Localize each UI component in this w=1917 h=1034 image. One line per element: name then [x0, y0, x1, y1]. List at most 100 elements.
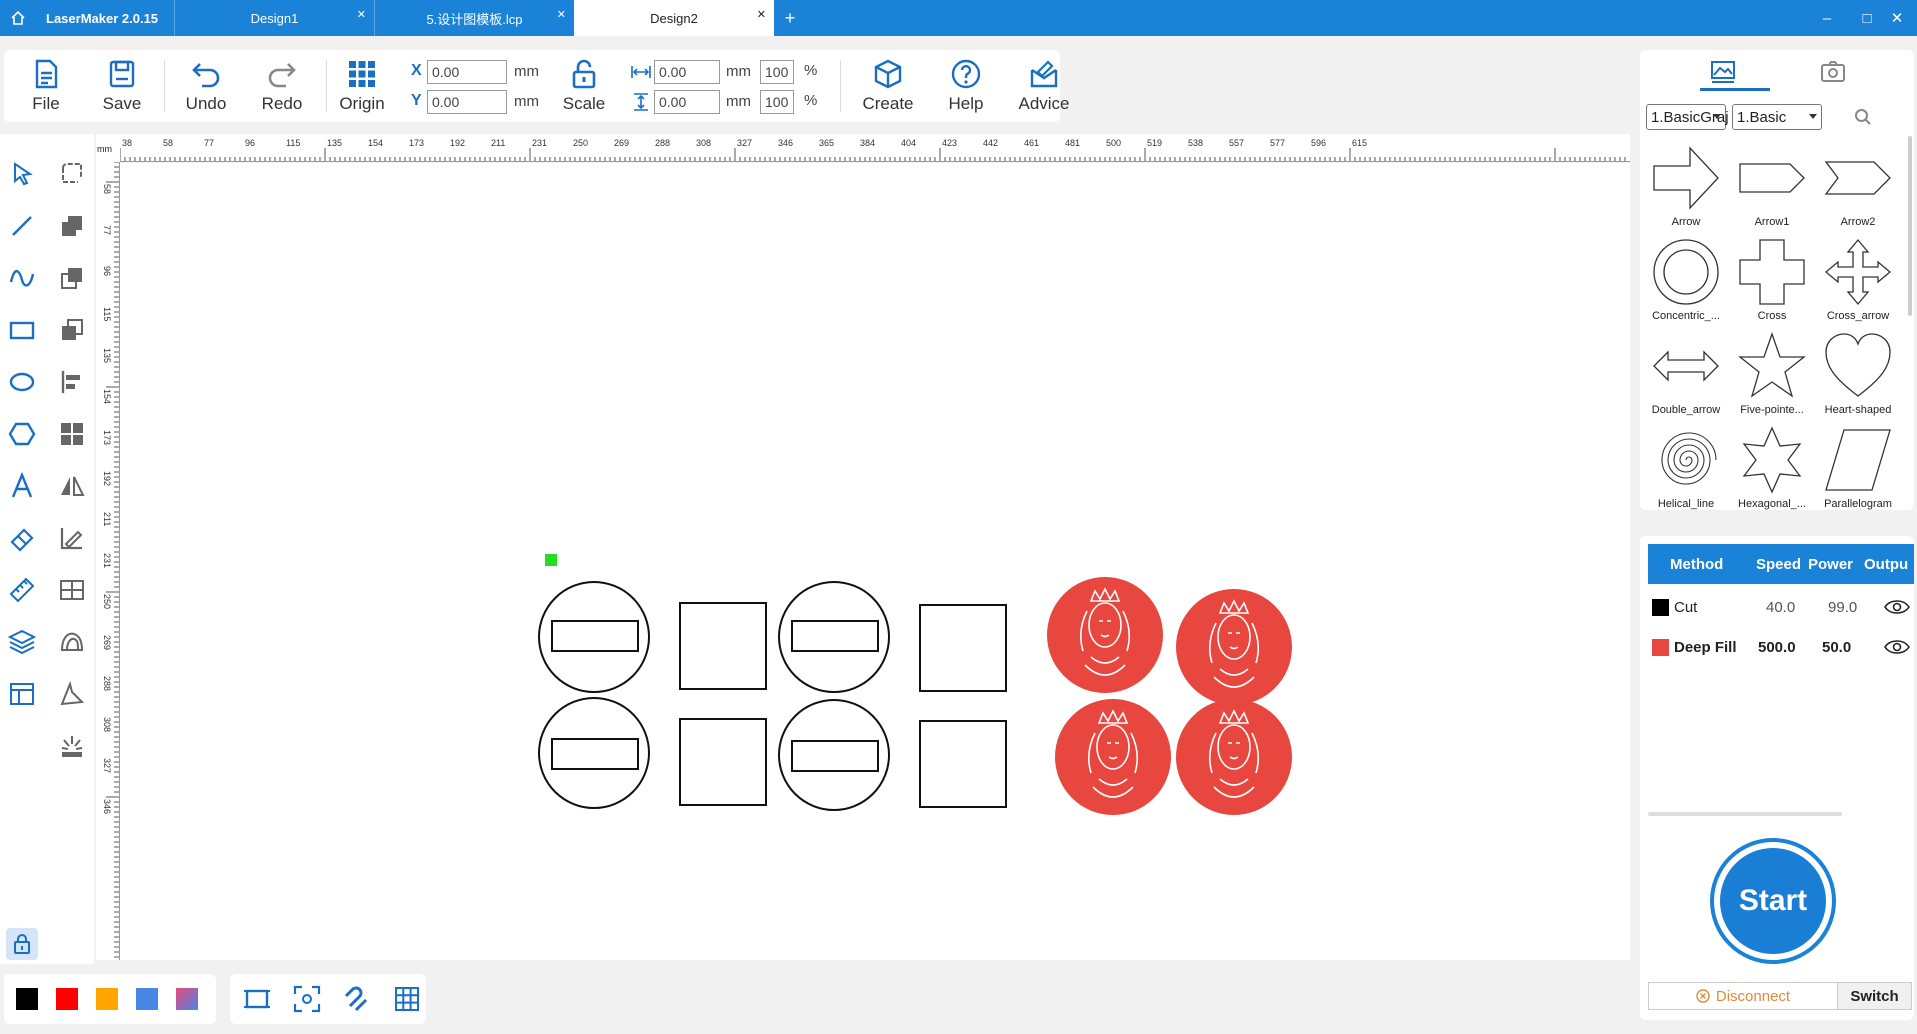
align-tool[interactable] [54, 364, 90, 400]
shape-arrow2[interactable]: Arrow2 [1816, 138, 1900, 232]
trace-tool[interactable] [54, 520, 90, 556]
scale-lock-button[interactable]: Scale [552, 58, 616, 120]
eye-icon[interactable] [1884, 598, 1910, 616]
close-icon[interactable]: ✕ [357, 8, 366, 21]
shape-arrow[interactable]: Arrow [1644, 138, 1728, 232]
node-edit-tool[interactable] [54, 156, 90, 192]
square-shape[interactable] [919, 720, 1007, 808]
rect-slot-shape[interactable] [551, 620, 639, 652]
search-icon[interactable] [1854, 108, 1872, 126]
mirror-tool[interactable] [54, 468, 90, 504]
x-position-input[interactable]: 0.00 [427, 60, 507, 84]
minimize-button[interactable]: – [1807, 0, 1847, 36]
add-tab-button[interactable]: + [780, 0, 800, 36]
circle-tag-shape[interactable] [778, 699, 890, 811]
portrait-medallion[interactable] [1047, 577, 1163, 693]
close-icon[interactable]: ✕ [557, 8, 566, 21]
circle-tag-shape[interactable] [538, 581, 650, 693]
layer-row[interactable]: Deep Fill 500.0 50.0 [1648, 628, 1914, 666]
save-button[interactable]: Save [90, 58, 154, 120]
height-input[interactable]: 0.00 [654, 90, 720, 114]
zoom-fit-icon[interactable] [292, 984, 322, 1014]
switch-button[interactable]: Switch [1838, 982, 1912, 1010]
advice-button[interactable]: Advice [1012, 58, 1076, 120]
skew-tool[interactable] [54, 676, 90, 712]
undo-button[interactable]: Undo [174, 58, 238, 120]
image-library-icon[interactable] [1708, 56, 1738, 86]
grid-icon[interactable] [392, 984, 422, 1014]
shape-cross[interactable]: Cross [1730, 232, 1814, 326]
width-input[interactable]: 0.00 [654, 60, 720, 84]
eraser-tool[interactable] [4, 520, 40, 556]
design-canvas[interactable] [120, 163, 1630, 960]
shape-concentric[interactable]: Concentric_... [1644, 232, 1728, 326]
circle-tag-shape[interactable] [778, 581, 890, 693]
group-tool[interactable] [54, 416, 90, 452]
shape-parallelogram[interactable]: Parallelogram [1816, 420, 1900, 514]
lock-toggle[interactable] [6, 928, 38, 960]
height-percent-input[interactable]: 100 [760, 90, 794, 114]
portrait-medallion[interactable] [1176, 699, 1292, 815]
color-swatch-blue[interactable] [136, 988, 158, 1010]
color-swatch-red[interactable] [56, 988, 78, 1010]
rect-slot-shape[interactable] [551, 738, 639, 770]
polygon-tool[interactable] [4, 416, 40, 452]
shape-helical-line[interactable]: Helical_line [1644, 420, 1728, 514]
fit-frame-icon[interactable] [242, 984, 272, 1014]
ellipse-tool[interactable] [4, 364, 40, 400]
color-swatch-orange[interactable] [96, 988, 118, 1010]
eye-icon[interactable] [1884, 638, 1910, 656]
width-percent-input[interactable]: 100 [760, 60, 794, 84]
scrollbar[interactable] [1648, 812, 1842, 816]
intersect-tool[interactable] [54, 312, 90, 348]
shape-cross-arrow[interactable]: Cross_arrow [1816, 232, 1900, 326]
portrait-medallion[interactable] [1055, 699, 1171, 815]
color-swatch-pink[interactable] [176, 988, 198, 1010]
snap-magnet-icon[interactable] [342, 984, 372, 1014]
select-tool[interactable] [4, 156, 40, 192]
subcategory-select[interactable]: 1.Basic [1732, 104, 1822, 130]
curve-tool[interactable] [4, 260, 40, 296]
close-icon[interactable]: ✕ [757, 8, 766, 21]
layout-tool[interactable] [4, 676, 40, 712]
create-button[interactable]: Create [856, 58, 920, 120]
subtract-tool[interactable] [54, 260, 90, 296]
home-icon[interactable] [10, 10, 26, 26]
square-shape[interactable] [919, 604, 1007, 692]
shape-five-pointed-star[interactable]: Five-pointe... [1730, 326, 1814, 420]
help-button[interactable]: Help [934, 58, 998, 120]
offset-tool[interactable] [54, 624, 90, 660]
origin-button[interactable]: Origin [330, 58, 394, 120]
origin-marker[interactable] [545, 554, 557, 566]
square-shape[interactable] [679, 718, 767, 806]
rectangle-tool[interactable] [4, 312, 40, 348]
union-tool[interactable] [54, 208, 90, 244]
shape-hexagonal-star[interactable]: Hexagonal_... [1730, 420, 1814, 514]
close-window-button[interactable]: ✕ [1877, 0, 1917, 36]
start-button[interactable]: Start [1720, 848, 1826, 954]
circle-tag-shape[interactable] [538, 697, 650, 809]
scrollbar[interactable] [1908, 136, 1912, 316]
text-tool[interactable] [4, 468, 40, 504]
array-tool[interactable] [54, 572, 90, 608]
category-select[interactable]: 1.BasicGraj [1646, 104, 1729, 130]
y-position-input[interactable]: 0.00 [427, 90, 507, 114]
shape-heart[interactable]: Heart-shaped [1816, 326, 1900, 420]
redo-button[interactable]: Redo [250, 58, 314, 120]
camera-icon[interactable] [1818, 56, 1848, 86]
rect-slot-shape[interactable] [791, 620, 879, 652]
square-shape[interactable] [679, 602, 767, 690]
tab-design1[interactable]: Design1 ✕ [174, 0, 374, 36]
layer-row[interactable]: Cut 40.0 99.0 [1648, 588, 1914, 626]
shape-arrow1[interactable]: Arrow1 [1730, 138, 1814, 232]
tab-template[interactable]: 5.设计图模板.lcp ✕ [374, 0, 574, 36]
disconnect-button[interactable]: Disconnect [1648, 982, 1838, 1010]
rect-slot-shape[interactable] [791, 740, 879, 772]
measure-tool[interactable] [4, 572, 40, 608]
shape-double-arrow[interactable]: Double_arrow [1644, 326, 1728, 420]
tab-design2[interactable]: Design2 ✕ [574, 0, 774, 36]
burst-tool[interactable] [54, 728, 90, 764]
file-button[interactable]: File [14, 58, 78, 120]
color-swatch-black[interactable] [16, 988, 38, 1010]
portrait-medallion[interactable] [1176, 589, 1292, 705]
